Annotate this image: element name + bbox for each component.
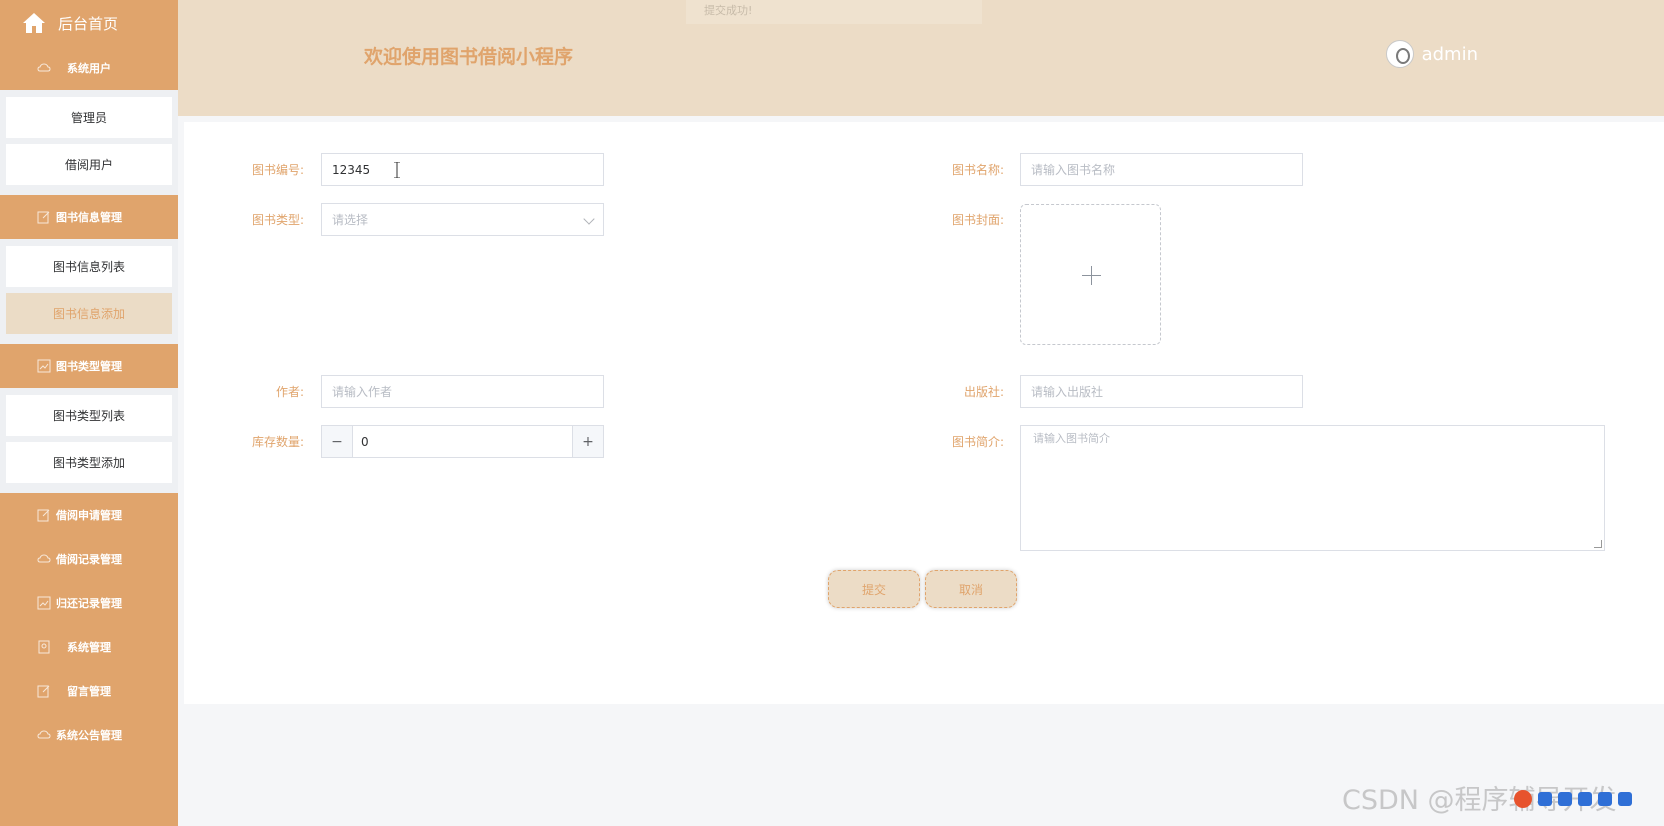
resize-handle-icon[interactable] [1594,540,1602,548]
book-no-label: 图书编号: [251,163,304,177]
edit-icon [37,211,50,224]
submenu-book-info: 图书信息列表 图书信息添加 [0,239,178,344]
menu-label: 系统管理 [67,641,111,654]
menu-system-users[interactable]: 系统用户 [0,46,178,90]
submenu-book-type: 图书类型列表 图书类型添加 [0,388,178,493]
menu-book-type[interactable]: 图书类型管理 [0,344,178,388]
sidebar-item-book-add[interactable]: 图书信息添加 [6,293,172,334]
sidebar-item-type-list[interactable]: 图书类型列表 [6,395,172,436]
edit-icon [37,685,50,698]
chart-icon [37,359,51,373]
submit-button[interactable]: 提交 [828,570,920,608]
tray-icon[interactable] [1618,792,1632,806]
author-input[interactable]: 请输入作者 [321,375,604,408]
tray-icon[interactable] [1558,792,1572,806]
menu-book-info[interactable]: 图书信息管理 [0,195,178,239]
cloud-icon [37,730,51,739]
menu-label: 借阅申请管理 [56,509,122,522]
top-header: 提交成功! 欢迎使用图书借阅小程序 admin [178,0,1664,116]
menu-label: 图书信息管理 [56,211,122,224]
intro-label: 图书简介: [951,435,1004,449]
menu-label: 留言管理 [67,685,111,698]
plus-icon-stroke [1091,266,1092,285]
intro-placeholder: 请输入图书简介 [1033,432,1110,445]
menu-messages[interactable]: 留言管理 [0,669,178,713]
edit-icon [37,509,50,522]
cover-upload[interactable] [1020,204,1161,345]
tray-icon[interactable] [1538,792,1552,806]
page-title: 欢迎使用图书借阅小程序 [364,46,574,68]
increase-button[interactable]: + [572,426,603,457]
decrease-button[interactable]: − [322,426,353,457]
cloud-icon [37,554,51,563]
menu-label: 系统公告管理 [56,729,122,742]
text-cursor-icon [394,162,400,178]
sogou-icon[interactable] [1514,790,1532,808]
chevron-down-icon [583,213,595,225]
book-name-label: 图书名称: [951,163,1004,177]
book-no-input[interactable]: 12345 [321,153,604,186]
book-type-label: 图书类型: [251,213,304,227]
user-menu[interactable]: admin [1385,40,1478,68]
menu-label: 归还记录管理 [56,597,122,610]
menu-announcements[interactable]: 系统公告管理 [0,713,178,757]
tray-icon[interactable] [1598,792,1612,806]
author-label: 作者: [275,385,304,399]
book-type-placeholder: 请选择 [332,213,369,227]
mic-icon[interactable] [1578,792,1592,806]
cloud-icon [37,63,51,72]
toast-text: 提交成功! [704,4,753,17]
publisher-input[interactable]: 请输入出版社 [1020,375,1303,408]
sidebar-home[interactable]: 后台首页 [0,0,178,46]
menu-label: 系统用户 [67,62,111,75]
stock-stepper[interactable]: − 0 + [321,425,604,458]
cancel-button[interactable]: 取消 [925,570,1017,608]
sidebar-item-admin[interactable]: 管理员 [6,97,172,138]
home-icon [23,13,45,33]
menu-borrow-apply[interactable]: 借阅申请管理 [0,493,178,537]
book-name-input[interactable]: 请输入图书名称 [1020,153,1303,186]
menu-borrow-records[interactable]: 借阅记录管理 [0,537,178,581]
sidebar-item-borrow-users[interactable]: 借阅用户 [6,144,172,185]
sidebar: 后台首页 系统用户 管理员 借阅用户 图书信息管理 图书信息列表 图书信息添加 … [0,0,178,826]
menu-label: 借阅记录管理 [56,553,122,566]
cover-label: 图书封面: [951,213,1004,227]
chart-icon [37,596,51,610]
bookmark-icon [38,640,50,654]
submenu-system-users: 管理员 借阅用户 [0,90,178,195]
success-toast: 提交成功! [686,0,982,24]
book-no-value: 12345 [332,162,371,177]
system-tray [1514,786,1664,812]
menu-system-manage[interactable]: 系统管理 [0,625,178,669]
sidebar-home-label: 后台首页 [58,14,119,33]
book-form-card: 图书编号: 12345 图书名称: 请输入图书名称 图书类型: 请选择 图书封面… [184,122,1664,704]
menu-return-records[interactable]: 归还记录管理 [0,581,178,625]
sidebar-item-type-add[interactable]: 图书类型添加 [6,442,172,483]
publisher-label: 出版社: [963,385,1004,399]
book-type-select[interactable]: 请选择 [321,203,604,236]
stock-value[interactable]: 0 [353,426,572,457]
sidebar-item-book-list[interactable]: 图书信息列表 [6,246,172,287]
menu-label: 图书类型管理 [56,360,122,373]
avatar [1385,40,1414,68]
intro-textarea[interactable]: 请输入图书简介 [1020,425,1605,551]
username: admin [1421,43,1478,65]
stock-label: 库存数量: [251,435,304,449]
